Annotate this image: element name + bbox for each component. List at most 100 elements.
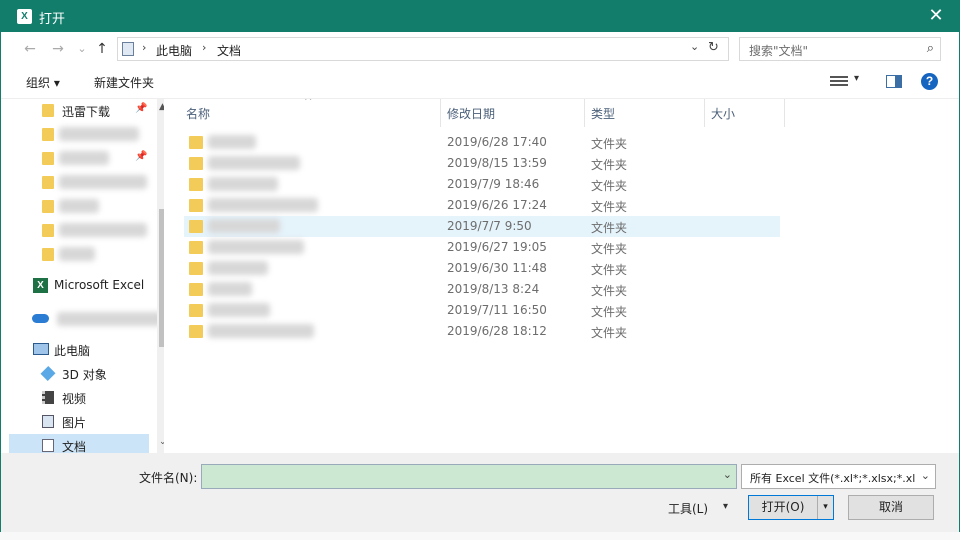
folder-icon: [189, 325, 203, 338]
file-row-hovered[interactable]: 2019/7/7 9:50 文件夹: [184, 216, 780, 237]
redacted-filename: [208, 135, 256, 149]
sidebar-item-redacted[interactable]: [9, 123, 149, 147]
sidebar-item-documents[interactable]: 文档: [9, 434, 149, 453]
breadcrumb-separator-icon[interactable]: ›: [202, 41, 206, 54]
pin-icon[interactable]: 📌: [135, 103, 147, 114]
filter-dropdown-icon[interactable]: ⌄: [921, 469, 930, 482]
sidebar-item-videos[interactable]: 视频: [9, 386, 149, 410]
redacted-label: [59, 247, 95, 261]
file-modified-date: 2019/6/30 11:48: [447, 261, 547, 275]
help-icon[interactable]: ?: [921, 73, 938, 90]
sidebar-item-redacted[interactable]: [9, 219, 149, 243]
file-modified-date: 2019/6/26 17:24: [447, 198, 547, 212]
folder-icon: [189, 304, 203, 317]
file-modified-date: 2019/7/11 16:50: [447, 303, 547, 317]
open-file-dialog: X 打开 ✕ ← → ⌄ ↑ › 此电脑 › 文档 ⌄ ↻ 搜索"文档" ⌕ 组…: [0, 0, 960, 540]
this-pc-icon: [122, 42, 134, 56]
address-dropdown-icon[interactable]: ⌄: [690, 40, 704, 53]
folder-icon: [42, 224, 54, 237]
file-type-filter[interactable]: 所有 Excel 文件(*.xl*;*.xlsx;*.xl ⌄: [741, 464, 936, 489]
sidebar-item-microsoft-excel[interactable]: X Microsoft Excel: [9, 274, 149, 298]
breadcrumb-documents[interactable]: 文档: [217, 42, 241, 59]
sidebar-scrollbar[interactable]: ▲ ⌄: [157, 99, 164, 453]
file-row[interactable]: 2019/8/13 8:24 文件夹: [184, 279, 780, 300]
filename-dropdown-icon[interactable]: ⌄: [723, 468, 732, 481]
back-arrow-icon[interactable]: ←: [21, 40, 39, 58]
sidebar-item-label: 此电脑: [54, 344, 91, 358]
excel-app-icon: X: [17, 9, 32, 24]
column-header-modified[interactable]: 修改日期: [441, 99, 585, 127]
sidebar-item-redacted[interactable]: [9, 171, 149, 195]
file-row[interactable]: 2019/6/26 17:24 文件夹: [184, 195, 780, 216]
up-arrow-icon[interactable]: ↑: [93, 40, 111, 58]
open-options-dropdown-icon[interactable]: ▾: [817, 496, 833, 519]
column-header-name[interactable]: 名称 ^: [164, 99, 441, 127]
sidebar-item-pictures[interactable]: 图片: [9, 410, 149, 434]
open-button[interactable]: 打开(O) ▾: [748, 495, 834, 520]
column-header-type[interactable]: 类型: [585, 99, 705, 127]
cancel-button[interactable]: 取消: [848, 495, 934, 520]
organize-button[interactable]: 组织 ▾: [26, 74, 60, 91]
search-icon[interactable]: ⌕: [927, 41, 934, 56]
redacted-label: [59, 223, 147, 237]
tools-dropdown-icon[interactable]: ▾: [723, 501, 728, 512]
sidebar-item-label: 文档: [62, 440, 87, 453]
sidebar-item-this-pc[interactable]: 此电脑: [9, 338, 149, 362]
sidebar-item-redacted[interactable]: [9, 243, 149, 267]
file-type: 文件夹: [591, 158, 628, 172]
file-row[interactable]: 2019/6/30 11:48 文件夹: [184, 258, 780, 279]
refresh-icon[interactable]: ↻: [708, 40, 724, 55]
command-toolbar: 组织 ▾ 新建文件夹 ▾ ?: [1, 65, 959, 99]
file-row[interactable]: 2019/7/9 18:46 文件夹: [184, 174, 780, 195]
recent-locations-chevron-icon[interactable]: ⌄: [73, 40, 91, 58]
redacted-filename: [208, 198, 318, 212]
file-type: 文件夹: [591, 263, 628, 277]
preview-pane-icon[interactable]: [886, 75, 902, 88]
redacted-filename: [208, 156, 300, 170]
redacted-filename: [208, 324, 314, 338]
file-row[interactable]: 2019/6/28 18:12 文件夹: [184, 321, 780, 342]
view-options-icon[interactable]: [830, 74, 848, 88]
search-placeholder[interactable]: 搜索"文档": [749, 42, 808, 59]
file-row[interactable]: 2019/8/15 13:59 文件夹: [184, 153, 780, 174]
redacted-filename: [208, 261, 268, 275]
view-dropdown-icon[interactable]: ▾: [854, 73, 859, 84]
pictures-icon: [42, 415, 54, 428]
search-box[interactable]: 搜索"文档" ⌕: [739, 37, 941, 61]
dialog-footer: 文件名(N): ⌄ 所有 Excel 文件(*.xl*;*.xlsx;*.xl …: [1, 453, 959, 533]
forward-arrow-icon[interactable]: →: [49, 40, 67, 58]
folder-icon: [42, 176, 54, 189]
file-type-filter-value[interactable]: 所有 Excel 文件(*.xl*;*.xlsx;*.xl: [750, 470, 920, 486]
sidebar-item-redacted[interactable]: 📌: [9, 147, 149, 171]
tools-button[interactable]: 工具(L): [668, 500, 708, 517]
file-type: 文件夹: [591, 305, 628, 319]
file-modified-date: 2019/8/15 13:59: [447, 156, 547, 170]
file-row[interactable]: 2019/6/27 19:05 文件夹: [184, 237, 780, 258]
file-modified-date: 2019/8/13 8:24: [447, 282, 540, 296]
new-folder-button[interactable]: 新建文件夹: [94, 74, 154, 91]
file-modified-date: 2019/7/9 18:46: [447, 177, 540, 191]
filename-field[interactable]: ⌄: [201, 464, 737, 489]
sidebar-item-redacted[interactable]: [9, 195, 149, 219]
sidebar-item-label: 视频: [62, 392, 87, 406]
column-header-size[interactable]: 大小: [705, 99, 785, 127]
address-bar[interactable]: › 此电脑 › 文档 ⌄ ↻: [117, 37, 729, 61]
file-modified-date: 2019/7/7 9:50: [447, 219, 532, 233]
sidebar-item-onedrive[interactable]: [9, 307, 162, 331]
folder-icon: [42, 248, 54, 261]
sidebar-item-label: Microsoft Excel: [54, 278, 145, 292]
breadcrumb-this-pc[interactable]: 此电脑: [156, 42, 192, 59]
redacted-filename: [208, 240, 304, 254]
breadcrumb-separator-icon[interactable]: ›: [142, 41, 146, 54]
file-type: 文件夹: [591, 200, 628, 214]
sidebar-item-thunder-downloads[interactable]: 迅雷下载 📌: [9, 99, 149, 123]
file-row[interactable]: 2019/7/11 16:50 文件夹: [184, 300, 780, 321]
sidebar-item-3d-objects[interactable]: 3D 对象: [9, 362, 149, 386]
file-row[interactable]: 2019/6/28 17:40 文件夹: [184, 132, 780, 153]
document-icon: [42, 439, 54, 452]
close-icon[interactable]: ✕: [913, 1, 959, 32]
column-header-label: 名称: [186, 107, 211, 121]
folder-icon: [42, 152, 54, 165]
file-type: 文件夹: [591, 137, 628, 151]
pin-icon[interactable]: 📌: [135, 151, 147, 162]
